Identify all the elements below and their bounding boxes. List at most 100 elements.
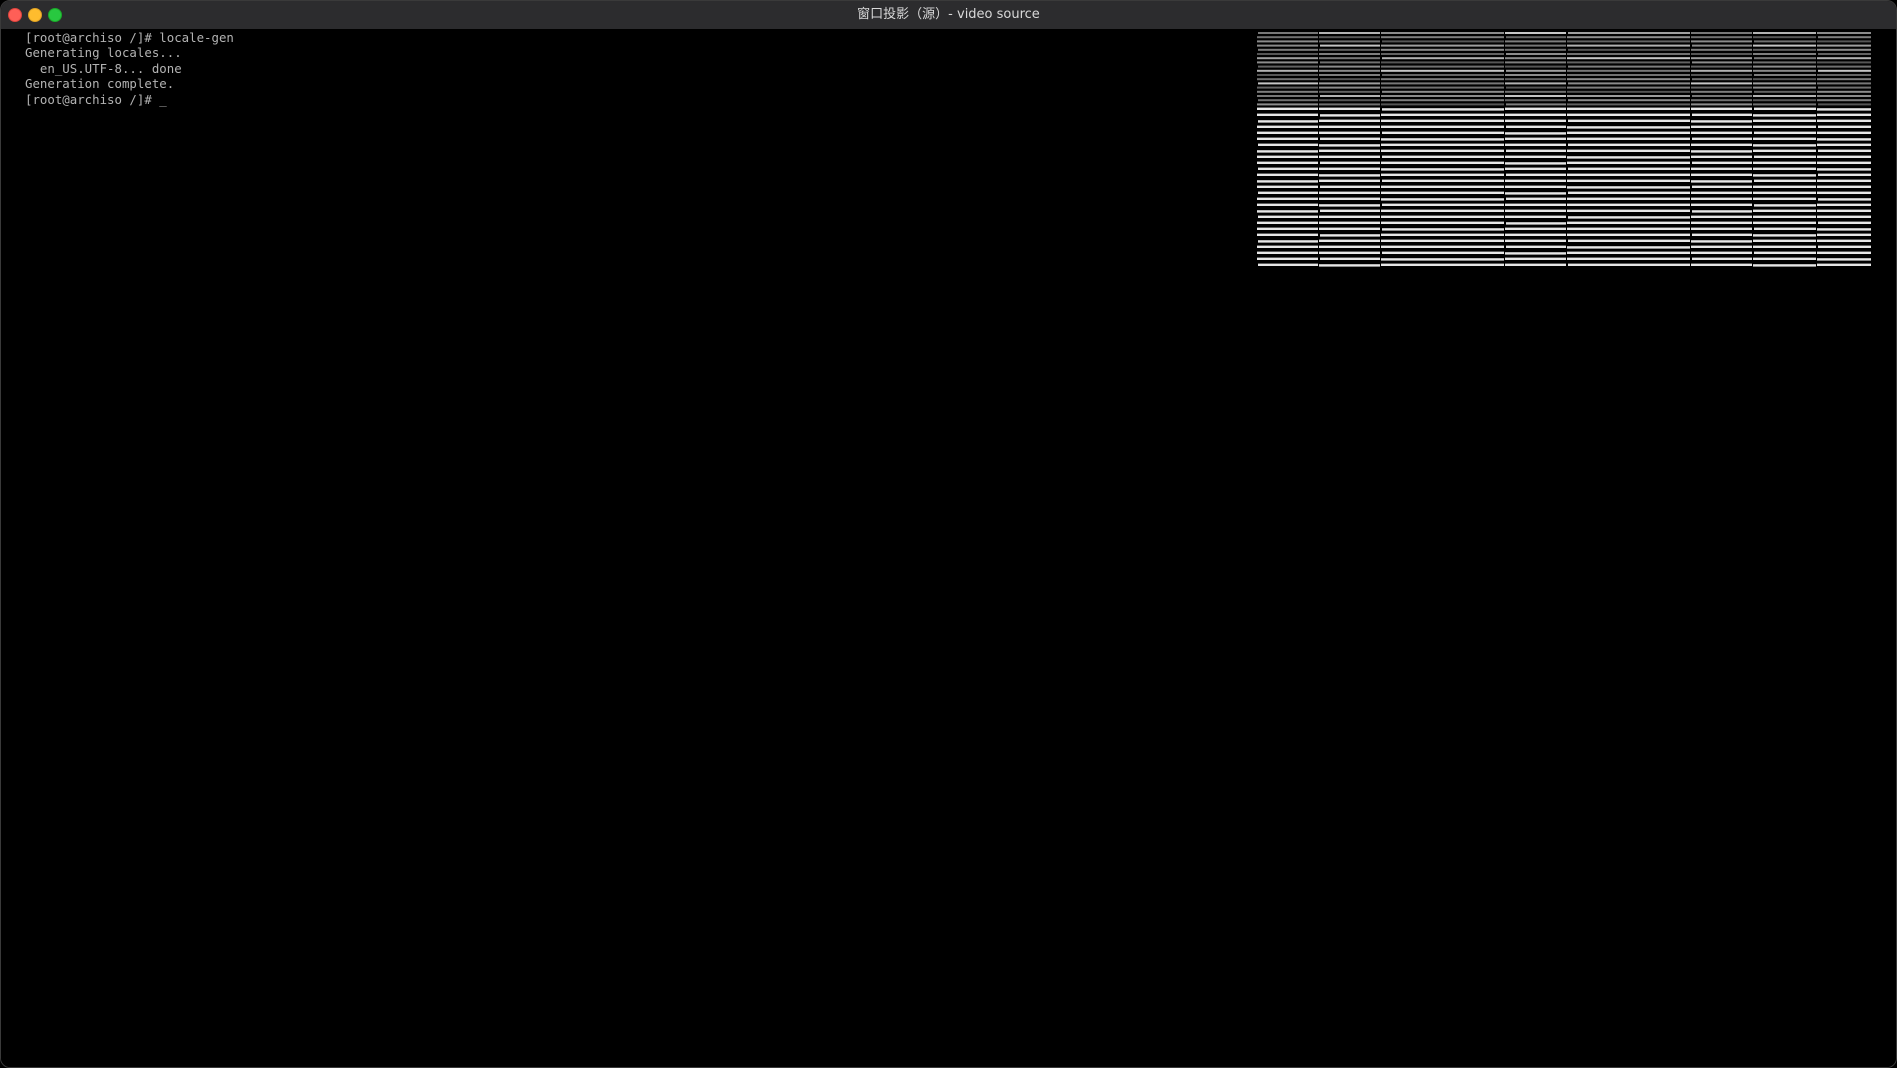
scanline-segment: [1691, 86, 1752, 89]
scanline-segment: [1691, 74, 1752, 76]
scanline-segment: [1692, 95, 1752, 97]
scanline-segment: [1753, 185, 1816, 188]
scanline-segment: [1381, 78, 1504, 81]
scanline-segment: [1567, 40, 1690, 43]
scanline-segment: [1506, 103, 1566, 106]
scanline-segment: [1567, 156, 1690, 159]
scanline-segment: [1320, 161, 1380, 164]
scanline-segment: [1505, 132, 1566, 135]
scanline-segment: [1506, 86, 1566, 89]
scanline-segment: [1692, 185, 1752, 188]
scanline-segment: [1505, 65, 1566, 68]
scanline-segment: [1381, 185, 1504, 188]
scanline-segment: [1817, 251, 1871, 254]
scanline-segment: [1381, 168, 1504, 171]
window-title: 窗口投影（源）- video source: [857, 7, 1040, 22]
scanline-segment: [1381, 239, 1504, 242]
video-scanline-artifact: [1257, 32, 1871, 267]
scanline-segment: [1567, 74, 1690, 76]
scanline-segment: [1817, 44, 1871, 47]
scanline-segment: [1754, 90, 1816, 93]
scanline-segment: [1258, 48, 1318, 51]
scanline-segment: [1505, 78, 1566, 81]
scanline-segment: [1567, 161, 1690, 164]
scanline-segment: [1753, 221, 1816, 224]
scanline-segment: [1691, 107, 1752, 110]
scanline-segment: [1258, 215, 1318, 218]
scanline-segment: [1692, 257, 1752, 260]
scanline-segment: [1692, 78, 1752, 81]
scanline-segment: [1257, 53, 1318, 55]
scanline-segment: [1567, 137, 1690, 140]
scanline-segment: [1319, 32, 1380, 34]
scanline-segment: [1257, 185, 1318, 188]
scanline-segment: [1319, 221, 1380, 224]
scanline-segment: [1319, 36, 1380, 39]
scanline-segment: [1691, 203, 1752, 206]
scanline-segment: [1753, 234, 1816, 237]
scanline-segment: [1568, 216, 1690, 219]
scanline-segment: [1691, 57, 1752, 60]
scanline-segment: [1691, 53, 1752, 55]
scanline-segment: [1753, 167, 1816, 170]
scanline-segment: [1753, 86, 1816, 89]
scanline-segment: [1381, 198, 1504, 201]
scanline-segment: [1319, 174, 1380, 177]
scanline-segment: [1257, 221, 1318, 224]
scanline-segment: [1319, 65, 1380, 68]
title-bar[interactable]: 窗口投影（源）- video source: [1, 1, 1896, 30]
scanline-segment: [1818, 173, 1871, 176]
scanline-segment: [1258, 143, 1318, 146]
scanline-segment: [1320, 44, 1380, 47]
scanline-segment: [1319, 90, 1380, 93]
scanline-segment: [1319, 179, 1380, 182]
scanline-segment: [1753, 257, 1816, 260]
scanline-segment: [1505, 32, 1566, 34]
scanline-segment: [1568, 65, 1690, 68]
scanline-segment: [1382, 57, 1504, 60]
scanline-segment: [1506, 125, 1566, 128]
video-content[interactable]: [root@archiso /]# locale-gen Generating l…: [1, 29, 1896, 1067]
scanline-segment: [1817, 82, 1871, 85]
scanline-segment: [1754, 57, 1816, 60]
scanline-segment: [1381, 221, 1504, 224]
scanline-segment: [1381, 263, 1504, 266]
scanline-segment: [1691, 82, 1752, 85]
scanline-segment: [1381, 149, 1504, 152]
scanline-segment: [1258, 263, 1318, 266]
scanline-segment: [1381, 125, 1504, 128]
scanline-segment: [1320, 234, 1380, 237]
scanline-segment: [1568, 143, 1690, 146]
scanline-segment: [1506, 222, 1566, 225]
scanline-segment: [1818, 86, 1871, 89]
scanline-segment: [1319, 99, 1380, 102]
terminal-prompt: [root@archiso /]# _: [25, 91, 167, 107]
scanline-segment: [1691, 215, 1752, 218]
scanline-segment: [1691, 197, 1752, 200]
scanline-segment: [1691, 40, 1752, 43]
scanline-segment: [1692, 44, 1752, 47]
scanline-segment: [1753, 149, 1816, 152]
scanline-segment: [1258, 120, 1318, 123]
scanline-segment: [1567, 44, 1690, 47]
scanline-segment: [1567, 113, 1690, 116]
scanline-segment: [1381, 44, 1504, 47]
terminal-output: [root@archiso /]# locale-gen Generating l…: [25, 30, 234, 107]
scanline-segment: [1818, 125, 1871, 128]
scanline-segment: [1753, 191, 1816, 194]
scanline-segment: [1753, 44, 1816, 47]
scanline-segment: [1320, 95, 1380, 97]
scanline-segment: [1258, 82, 1318, 85]
scanline-segment: [1320, 185, 1380, 188]
scanline-segment: [1381, 138, 1504, 141]
scanline-segment: [1818, 36, 1871, 39]
scanline-segment: [1319, 103, 1380, 106]
scanline-segment: [1567, 107, 1690, 110]
scanline-segment: [1505, 90, 1566, 93]
scanline-segment: [1753, 119, 1816, 122]
scanline-segment: [1817, 263, 1871, 266]
scanline-segment: [1691, 65, 1752, 68]
scanline-segment: [1257, 155, 1318, 158]
scanline-segment: [1817, 61, 1871, 64]
scanline-segment: [1381, 215, 1504, 218]
